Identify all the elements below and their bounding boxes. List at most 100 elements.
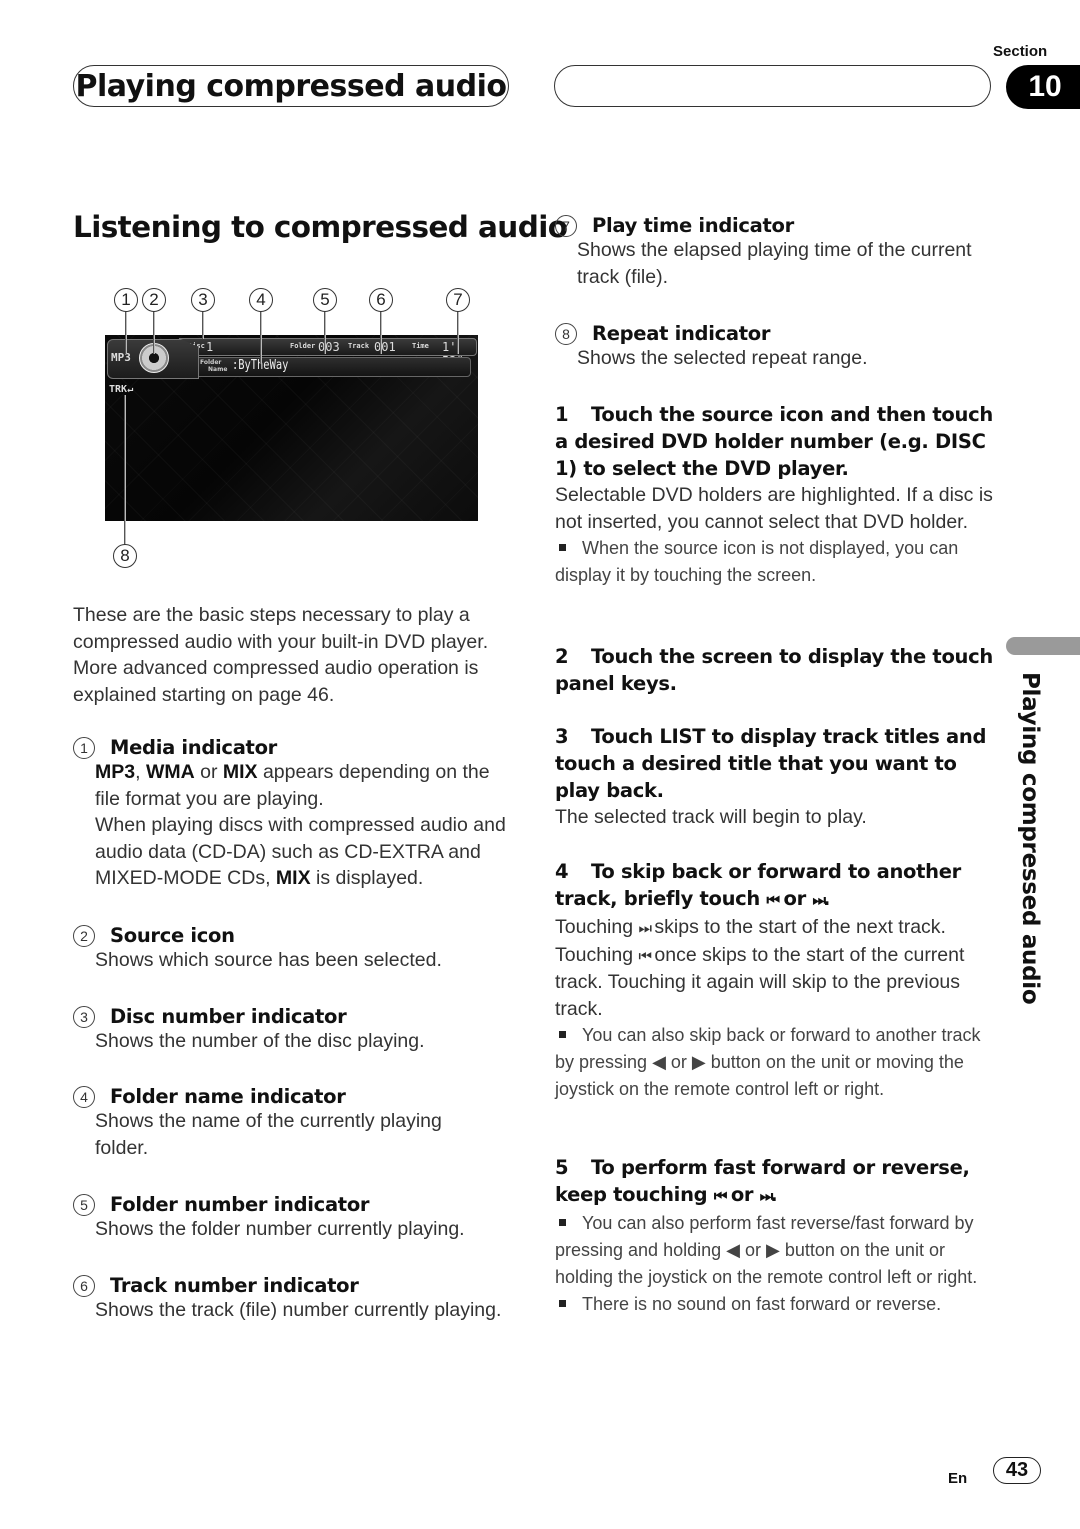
step-heading: 3 Touch LIST to display track titles and … — [555, 723, 993, 804]
bold-wma: WMA — [145, 761, 195, 783]
step-note: You can also skip back or forward to ano… — [555, 1022, 993, 1103]
step-2: 2 Touch the screen to display the touch p… — [555, 643, 993, 697]
text: . — [770, 1183, 778, 1206]
callout-line-2 — [153, 309, 155, 354]
text: or — [724, 1183, 760, 1206]
item-folder-number: 5 Folder number indicator Shows the fold… — [73, 1193, 518, 1243]
note-text: There is no sound on fast forward or rev… — [582, 1294, 942, 1314]
skip-forward-icon: ⏭ — [759, 1187, 773, 1205]
item-title: Disc number indicator — [110, 1005, 347, 1028]
step-body: Touching ⏭ skips to the start of the nex… — [555, 914, 993, 1022]
step-number: 3 — [555, 725, 569, 748]
step-title: Touch LIST to display track titles and t… — [555, 725, 987, 802]
skip-back-icon: ⏮ — [638, 946, 651, 965]
callout-4: 4 — [249, 288, 273, 312]
text: or — [739, 1240, 766, 1260]
left-arrow-icon: ◀ — [652, 1052, 666, 1072]
step-number: 1 — [555, 403, 569, 426]
item-number: 8 — [555, 322, 577, 345]
item-body: Shows the number of the disc playing. — [95, 1030, 425, 1052]
callout-3: 3 — [191, 288, 215, 312]
left-arrow-icon: ◀ — [726, 1240, 740, 1260]
bullet-square-icon — [559, 1219, 566, 1227]
item-body: Shows the elapsed playing time of the cu… — [577, 239, 972, 288]
item-number: 2 — [73, 924, 95, 947]
item-track-number: 6 Track number indicator Shows the track… — [73, 1274, 518, 1324]
skip-forward-icon: ⏭ — [812, 891, 825, 909]
text: or — [194, 761, 223, 783]
callout-6: 6 — [369, 288, 393, 312]
chapter-title: Playing compressed audio — [75, 68, 507, 104]
skip-forward-icon: ⏭ — [638, 919, 651, 937]
callout-8: 8 — [113, 544, 137, 568]
item-title: Source icon — [110, 924, 235, 947]
step-5: 5 To perform fast forward or reverse, kee… — [555, 1154, 993, 1318]
step-body: The selected track will begin to play. — [555, 806, 867, 828]
step-body: Selectable DVD holders are highlighted. … — [555, 484, 993, 533]
step-title: Touch the screen to display the touch pa… — [555, 645, 993, 695]
page-heading: Listening to compressed audio — [73, 210, 568, 244]
item-number: 3 — [73, 1005, 95, 1028]
item-body: Shows the selected repeat range. — [577, 347, 868, 369]
callout-line-6 — [380, 309, 382, 354]
header-empty-pill — [554, 65, 991, 107]
item-body: Shows the folder number currently playin… — [95, 1218, 465, 1240]
item-body: Shows the track (file) number currently … — [95, 1299, 502, 1321]
text: is displayed. — [310, 867, 424, 889]
item-number: 6 — [73, 1274, 95, 1297]
callout-line-5 — [324, 309, 326, 354]
intro-paragraph: These are the basic steps necessary to p… — [73, 604, 489, 706]
step-heading: 2 Touch the screen to display the touch p… — [555, 643, 993, 697]
step-note: You can also perform fast reverse/fast f… — [555, 1210, 993, 1291]
item-body: MP3, WMA or MIX appears depending on the… — [95, 759, 518, 892]
skip-back-icon: ⏮ — [713, 1187, 727, 1205]
page-number: 43 — [993, 1457, 1041, 1484]
step-4: 4 To skip back or forward to another trac… — [555, 858, 993, 1103]
step-note: There is no sound on fast forward or rev… — [555, 1291, 993, 1318]
item-title: Media indicator — [110, 736, 277, 759]
callout-1: 1 — [114, 288, 138, 312]
callout-line-4 — [260, 309, 262, 364]
step-number: 4 — [555, 860, 569, 883]
step-3: 3 Touch LIST to display track titles and … — [555, 723, 993, 831]
skip-back-icon: ⏮ — [766, 891, 780, 909]
item-folder-name: 4 Folder name indicator Shows the name o… — [73, 1085, 518, 1161]
bold-mix: MIX — [275, 867, 311, 889]
item-title: Folder name indicator — [110, 1085, 346, 1108]
item-play-time: 7 Play time indicator Shows the elapsed … — [555, 214, 985, 290]
step-1: 1 Touch the source icon and then touch a … — [555, 401, 993, 589]
step-note: When the source icon is not displayed, y… — [555, 535, 993, 589]
step-number: 5 — [555, 1156, 569, 1179]
text: Touching — [555, 916, 639, 938]
callout-2: 2 — [142, 288, 166, 312]
item-number: 5 — [73, 1193, 95, 1216]
section-label: Section — [993, 43, 1048, 60]
step-heading: 4 To skip back or forward to another trac… — [555, 858, 993, 914]
item-number: 1 — [73, 736, 95, 759]
bullet-square-icon — [559, 1300, 566, 1308]
item-number: 7 — [555, 214, 577, 237]
chapter-title-pill: Playing compressed audio — [73, 65, 509, 107]
item-number: 4 — [73, 1085, 95, 1108]
step-heading: 5 To perform fast forward or reverse, kee… — [555, 1154, 993, 1210]
item-body: Shows which source has been selected. — [95, 949, 442, 971]
step-number: 2 — [555, 645, 569, 668]
callout-line-8 — [124, 395, 126, 545]
bold-mp3: MP3 — [95, 761, 136, 783]
bold-mix: MIX — [222, 761, 258, 783]
item-media-indicator: 1 Media indicator MP3, WMA or MIX appear… — [73, 736, 518, 892]
note-text: When the source icon is not displayed, y… — [555, 538, 959, 585]
bullet-square-icon — [559, 1031, 566, 1039]
text: . — [822, 887, 831, 910]
callout-7: 7 — [446, 288, 470, 312]
step-heading: 1 Touch the source icon and then touch a … — [555, 401, 993, 482]
item-title: Folder number indicator — [110, 1193, 370, 1216]
callout-line-1 — [125, 309, 127, 354]
text: or — [665, 1052, 692, 1072]
callout-line-3 — [202, 309, 204, 339]
callouts: 1 2 3 4 5 6 7 8 — [105, 285, 480, 575]
item-repeat: 8 Repeat indicator Shows the selected re… — [555, 322, 985, 372]
footer-language: En — [948, 1470, 968, 1487]
callout-line-7 — [457, 309, 459, 354]
section-number: 10 — [1028, 70, 1062, 103]
